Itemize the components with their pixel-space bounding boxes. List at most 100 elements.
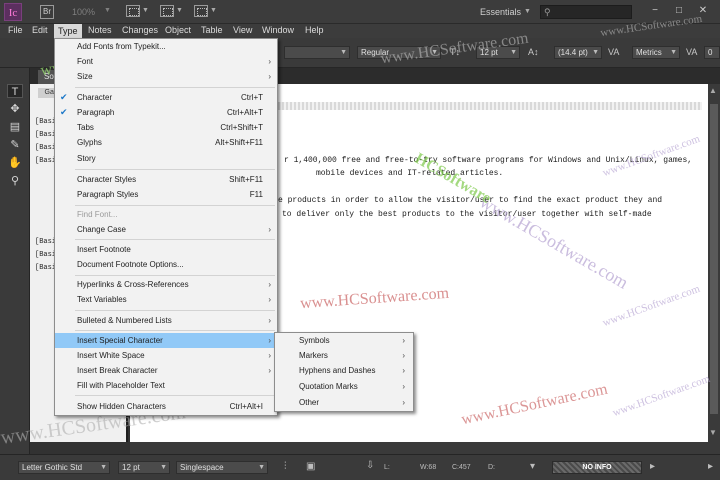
menu-item-fill-with-placeholder-text[interactable]: Fill with Placeholder Text — [55, 378, 277, 393]
menu-notes[interactable]: Notes — [88, 25, 112, 35]
menu-item-character[interactable]: ✔ Character Ctrl+T — [55, 90, 277, 105]
status-size-field[interactable]: 12 pt ▼ — [118, 461, 170, 474]
minimize-button[interactable]: − — [646, 3, 664, 19]
search-input[interactable]: ⚲ — [540, 5, 632, 19]
kerning-icon: VA — [608, 47, 620, 57]
menu-item-size[interactable]: Size › — [55, 69, 277, 84]
menu-type[interactable]: Type — [54, 24, 82, 38]
status-font-field[interactable]: Letter Gothic Std ▼ — [18, 461, 110, 474]
leading-field[interactable]: (14.4 pt) ▼ — [554, 46, 602, 59]
menu-item-document-footnote-options[interactable]: Document Footnote Options... — [55, 257, 277, 272]
arrange-dropdown-icon[interactable]: ▼ — [210, 7, 217, 14]
line-count-label: L: — [384, 464, 390, 471]
workspace-switcher[interactable]: Essentials — [480, 7, 521, 17]
menu-view[interactable]: View — [233, 25, 252, 35]
close-button[interactable]: ✕ — [694, 3, 712, 19]
status-options-icon[interactable]: ▸ — [650, 461, 655, 472]
menu-item-insert-break-character[interactable]: Insert Break Character › — [55, 363, 277, 378]
view-options-icon[interactable] — [126, 5, 140, 17]
document-line: mobile devices and IT-related articles. — [316, 169, 504, 178]
font-size-field[interactable]: 12 pt ▼ — [476, 46, 520, 59]
menu-item-character-styles[interactable]: Character Styles Shift+F11 — [55, 172, 277, 187]
submenu-item-quotation-marks[interactable]: Quotation Marks › — [275, 379, 413, 394]
workspace-dropdown-icon[interactable]: ▼ — [524, 8, 531, 15]
note-tool-icon[interactable]: ▤ — [7, 120, 23, 134]
menu-item-add-fonts-from-typekit[interactable]: Add Fonts from Typekit... — [55, 39, 277, 54]
type-tool-icon[interactable]: T — [7, 84, 23, 98]
submenu-item-markers[interactable]: Markers › — [275, 348, 413, 363]
menu-item-insert-white-space[interactable]: Insert White Space › — [55, 348, 277, 363]
menu-item-glyphs[interactable]: Glyphs Alt+Shift+F11 — [55, 135, 277, 150]
scroll-up-icon[interactable]: ▲ — [709, 86, 717, 95]
checkmark-icon: ✔ — [60, 92, 68, 102]
screen-mode-icon[interactable] — [160, 5, 174, 17]
status-bar: Letter Gothic Std ▼ 12 pt ▼ Singlespace ▼ ⫶… — [0, 454, 720, 480]
chevron-down-icon: ▼ — [670, 49, 677, 56]
scroll-thumb[interactable] — [710, 104, 718, 414]
menu-item-insert-footnote[interactable]: Insert Footnote — [55, 242, 277, 257]
screen-mode-dropdown-icon[interactable]: ▼ — [176, 7, 183, 14]
menu-item-text-variables[interactable]: Text Variables › — [55, 292, 277, 307]
depth-label: D: — [488, 464, 495, 471]
menu-item-paragraph-styles[interactable]: Paragraph Styles F11 — [55, 187, 277, 202]
character-count-label: C:457 — [452, 464, 471, 471]
eyedropper-tool-icon[interactable]: ✎ — [7, 138, 23, 152]
font-style-field[interactable]: Regular ▼ — [357, 46, 441, 59]
menu-item-insert-special-character[interactable]: Insert Special Character › — [55, 333, 277, 348]
menu-item-tabs[interactable]: Tabs Ctrl+Shift+T — [55, 120, 277, 135]
story-view-icon[interactable]: ⇩ — [366, 460, 374, 471]
hand-tool-icon[interactable]: ✋ — [7, 156, 23, 170]
menu-file[interactable]: File — [8, 25, 23, 35]
vertical-scrollbar[interactable]: ▲ ▼ — [708, 84, 720, 442]
menu-item-label: Tabs — [77, 123, 94, 132]
galley-view-icon[interactable]: ▣ — [306, 461, 315, 472]
view-options-dropdown-icon[interactable]: ▼ — [142, 7, 149, 14]
menu-bar: File Edit Type Notes Changes Object Tabl… — [0, 24, 720, 38]
submenu-item-symbols[interactable]: Symbols › — [275, 333, 413, 348]
menu-item-show-hidden-characters[interactable]: Show Hidden Characters Ctrl+Alt+I — [55, 399, 277, 414]
bridge-button[interactable]: Br — [40, 5, 54, 19]
submenu-item-hyphens-and-dashes[interactable]: Hyphens and Dashes › — [275, 363, 413, 378]
menu-item-change-case[interactable]: Change Case › — [55, 222, 277, 237]
menu-table[interactable]: Table — [201, 25, 223, 35]
chevron-right-icon: › — [402, 366, 405, 375]
leading-icon: A↕ — [528, 47, 539, 57]
zoom-tool-icon[interactable]: ⚲ — [7, 174, 23, 188]
menu-item-font[interactable]: Font › — [55, 54, 277, 69]
menu-item-hyperlinks-cross-references[interactable]: Hyperlinks & Cross-References › — [55, 277, 277, 292]
maximize-button[interactable]: □ — [670, 3, 688, 19]
preflight-icon[interactable]: ▾ — [530, 461, 535, 472]
submenu-item-other[interactable]: Other › — [275, 395, 413, 410]
chevron-right-icon: › — [402, 336, 405, 345]
chevron-right-icon: › — [268, 351, 271, 360]
arrange-documents-icon[interactable] — [194, 5, 208, 17]
menu-window[interactable]: Window — [262, 25, 294, 35]
tracking-field[interactable]: 0 — [704, 46, 720, 59]
zoom-level[interactable]: 100% — [72, 7, 95, 17]
menu-item-label: Show Hidden Characters — [77, 402, 166, 411]
chevron-down-icon: ▼ — [160, 464, 167, 471]
horizontal-scrollbar[interactable] — [130, 442, 720, 454]
menu-item-story[interactable]: Story — [55, 151, 277, 166]
status-spacing-field[interactable]: Singlespace ▼ — [176, 461, 268, 474]
scroll-down-icon[interactable]: ▼ — [709, 428, 717, 437]
menu-item-find-font[interactable]: Find Font... — [55, 207, 277, 222]
menu-item-bulleted-numbered-lists[interactable]: Bulleted & Numbered Lists › — [55, 313, 277, 328]
position-tool-icon[interactable]: ✥ — [7, 102, 23, 116]
line-numbers-icon[interactable]: ⫶ — [284, 461, 287, 472]
menu-item-label: Insert Break Character — [77, 366, 158, 375]
menu-changes[interactable]: Changes — [122, 25, 158, 35]
menu-edit[interactable]: Edit — [32, 25, 48, 35]
kerning-field[interactable]: Metrics ▼ — [632, 46, 680, 59]
chevron-down-icon: ▼ — [100, 464, 107, 471]
menu-item-paragraph[interactable]: ✔ Paragraph Ctrl+Alt+T — [55, 105, 277, 120]
menu-help[interactable]: Help — [305, 25, 324, 35]
menu-item-shortcut: Ctrl+Alt+I — [229, 402, 263, 411]
chevron-right-icon: › — [402, 351, 405, 360]
status-scroll-right-icon[interactable]: ▸ — [708, 461, 713, 472]
checkmark-icon: ✔ — [60, 107, 68, 117]
zoom-dropdown-icon[interactable]: ▼ — [104, 7, 111, 14]
font-family-field[interactable]: ▼ — [284, 46, 350, 59]
submenu-item-label: Hyphens and Dashes — [299, 366, 376, 375]
menu-object[interactable]: Object — [165, 25, 191, 35]
